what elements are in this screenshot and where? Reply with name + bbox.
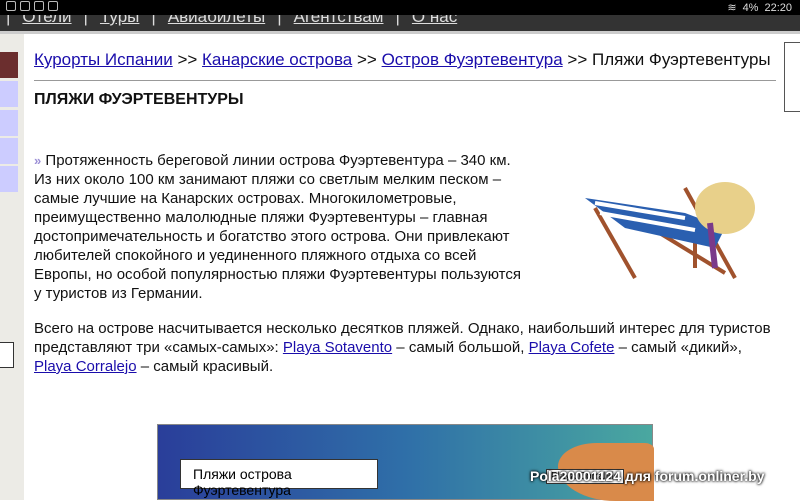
- instagram-icon: [20, 1, 30, 11]
- page-title: ПЛЯЖИ ФУЭРТЕВЕНТУРЫ: [34, 91, 244, 108]
- watermark: Pola20001124 для forum.onliner.by: [530, 468, 765, 484]
- breadcrumb-spain[interactable]: Курорты Испании: [34, 50, 173, 69]
- sidebar-input[interactable]: [0, 342, 14, 368]
- sidebar-item[interactable]: [0, 110, 18, 136]
- sidebar-item[interactable]: [0, 81, 18, 107]
- wifi-icon: ≋: [727, 2, 737, 14]
- status-bar: ≋ 4% 22:20: [0, 0, 800, 15]
- double-chevron-icon: »: [34, 153, 42, 168]
- breadcrumb-current: Пляжи Фуэртевентуры: [592, 50, 771, 69]
- breadcrumb: Курорты Испании >> Канарские острова >> …: [34, 50, 771, 69]
- clock: 22:20: [764, 1, 792, 14]
- nav-about[interactable]: О нас: [412, 15, 457, 27]
- beaches-paragraph: Всего на острове насчитывается несколько…: [34, 320, 771, 375]
- top-nav: | Отели | Туры | Авиабилеты | Агентствам | О …: [0, 15, 800, 31]
- link-playa-corralejo[interactable]: Playa Corralejo: [34, 358, 137, 375]
- app-icon: [48, 1, 58, 11]
- link-playa-cofete[interactable]: Playa Cofete: [529, 339, 615, 356]
- intro-paragraph: » Протяженность береговой линии острова …: [34, 152, 521, 302]
- instagram-icon: [34, 1, 44, 11]
- nav-agencies[interactable]: Агентствам: [294, 15, 384, 27]
- breadcrumb-canaries[interactable]: Канарские острова: [202, 50, 352, 69]
- breadcrumb-fuerteventura[interactable]: Остров Фуэртевентура: [382, 50, 563, 69]
- notification-icons: [6, 1, 58, 11]
- beaches-map[interactable]: Пляжи острова Фуэртевентура Playa Corral…: [157, 424, 654, 501]
- nav-flights[interactable]: Авиабилеты: [168, 15, 265, 27]
- sidebar-item[interactable]: [0, 138, 18, 164]
- gallery-icon: [6, 1, 16, 11]
- beach-chair-image: [585, 182, 755, 279]
- nav-hotels[interactable]: Отели: [22, 15, 71, 27]
- link-playa-sotavento[interactable]: Playa Sotavento: [283, 339, 392, 356]
- sidebar-item[interactable]: [0, 166, 18, 192]
- divider: [0, 31, 800, 34]
- left-sidebar: [0, 34, 24, 500]
- right-banner[interactable]: [784, 42, 800, 112]
- battery-level: 4%: [742, 1, 759, 14]
- nav-tours[interactable]: Туры: [100, 15, 139, 27]
- sidebar-item[interactable]: [0, 52, 18, 78]
- map-title: Пляжи острова Фуэртевентура: [180, 459, 378, 498]
- divider: [34, 80, 776, 81]
